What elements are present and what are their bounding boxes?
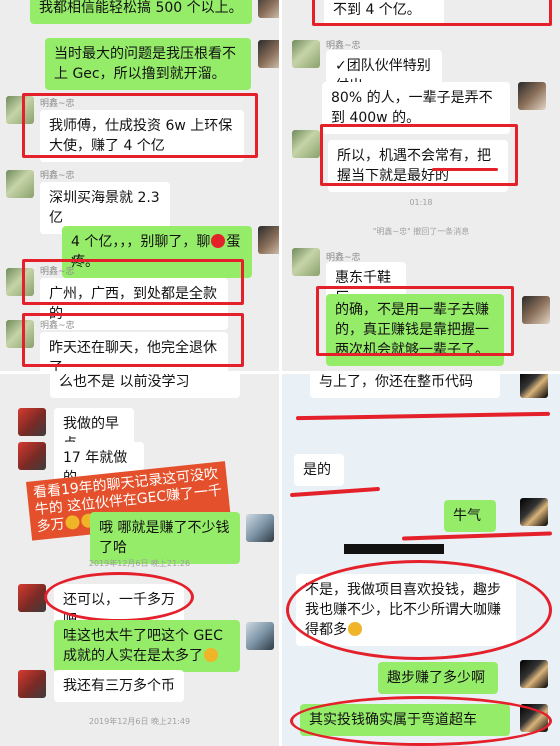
highlight-ellipse <box>286 560 552 660</box>
underline-mark <box>401 531 553 541</box>
highlight-ellipse <box>290 696 552 746</box>
message-text: 80% 的人，一辈子是弄不到 400w 的。 <box>331 90 493 126</box>
sender-name: 明鑫~忠 <box>40 171 75 181</box>
message-text: 当时最大的问题是我压根看不上 Gec，所以撸到就开溜。 <box>54 46 236 82</box>
recall-notice: "明鑫~忠" 撤回了一条消息 <box>372 227 470 236</box>
message-text: 深圳买海景就 2.3 亿 <box>49 190 160 226</box>
avatar[interactable] <box>246 622 274 650</box>
chat-panel-2: 不到 4 个亿。 明鑫~忠 ✓团队伙伴特别付出。 80% 的人，一辈子是弄不到 … <box>282 0 560 371</box>
message-bubble[interactable]: 是的 <box>294 454 344 486</box>
highlight-box <box>22 313 244 367</box>
avatar[interactable] <box>520 498 548 526</box>
avatar[interactable] <box>18 670 46 698</box>
message-bubble[interactable]: 与上了，你还在整币代码 <box>310 374 500 398</box>
avatar[interactable] <box>246 514 274 542</box>
avatar[interactable] <box>518 82 546 110</box>
avatar[interactable] <box>520 374 548 398</box>
message-bubble[interactable]: 哦 哪就是赚了不少钱了哈 <box>90 512 240 564</box>
message-bubble[interactable]: 趣步赚了多少啊 <box>378 662 498 694</box>
chat-panel-3: 么也不是 以前没学习 我做的早点 17 年就做的 看看19年的聊天记录这可没吹牛… <box>0 374 279 746</box>
message-bubble[interactable]: 哇这也太牛了吧这个 GEC 成就的人实在是太多了 <box>54 620 240 672</box>
chat-panel-1: 我都相信能轻松搞 500 个以上。 当时最大的问题是我压根看不上 Gec，所以撸… <box>0 0 279 371</box>
avatar[interactable] <box>292 248 320 276</box>
avatar[interactable] <box>258 226 279 254</box>
message-text: 哇这也太牛了吧这个 GEC 成就的人实在是太多了 <box>63 628 223 664</box>
message-text: 与上了，你还在整币代码 <box>319 374 473 390</box>
highlight-box <box>312 0 552 26</box>
message-bubble[interactable]: 当时最大的问题是我压根看不上 Gec，所以撸到就开溜。 <box>45 38 251 90</box>
message-bubble[interactable]: 么也不是 以前没学习 <box>50 374 240 398</box>
message-text: 趣步赚了多少啊 <box>387 670 485 686</box>
avatar[interactable] <box>292 40 320 68</box>
emoji-icon <box>64 514 81 531</box>
underline-mark <box>432 168 498 171</box>
avatar[interactable] <box>18 584 46 612</box>
timestamp: 2019年12月6日 晚上21:49 <box>88 717 191 726</box>
avatar[interactable] <box>6 170 34 198</box>
avatar[interactable] <box>292 130 320 158</box>
underline-mark <box>295 411 551 421</box>
highlight-box <box>22 93 258 158</box>
redaction-bar <box>344 544 444 554</box>
timestamp: 01:18 <box>409 198 433 207</box>
avatar[interactable] <box>522 296 550 324</box>
message-text: 哦 哪就是赚了不少钱了哈 <box>99 520 230 556</box>
message-bubble[interactable]: 我都相信能轻松搞 500 个以上。 <box>30 0 252 24</box>
highlight-box <box>320 124 518 186</box>
message-text: 我还有三万多个币 <box>63 678 175 694</box>
highlight-box <box>316 286 514 356</box>
emoji-icon <box>204 648 218 662</box>
chat-panel-4: 与上了，你还在整币代码 是的 牛气 不是，我做项目喜欢投钱，趣步我也赚不少，比不… <box>282 374 560 746</box>
timestamp: 2019年12月6日 晚上21:26 <box>88 559 191 568</box>
avatar[interactable] <box>18 408 46 436</box>
message-text: 是的 <box>303 462 331 478</box>
avatar[interactable] <box>520 660 548 688</box>
emoji-icon <box>211 234 226 248</box>
message-text: 4 个亿，，，别聊了，聊 <box>71 234 211 250</box>
message-bubble[interactable]: 我还有三万多个币 <box>54 670 184 702</box>
avatar[interactable] <box>258 0 279 18</box>
message-text: 我都相信能轻松搞 500 个以上。 <box>39 0 243 16</box>
underline-mark <box>289 486 381 498</box>
avatar[interactable] <box>18 442 46 470</box>
highlight-ellipse <box>44 572 194 622</box>
message-text: 么也不是 以前没学习 <box>59 374 190 390</box>
highlight-box <box>22 259 244 305</box>
message-bubble[interactable]: 牛气 <box>444 500 496 532</box>
avatar[interactable] <box>258 40 279 68</box>
message-text: 牛气 <box>453 508 481 524</box>
